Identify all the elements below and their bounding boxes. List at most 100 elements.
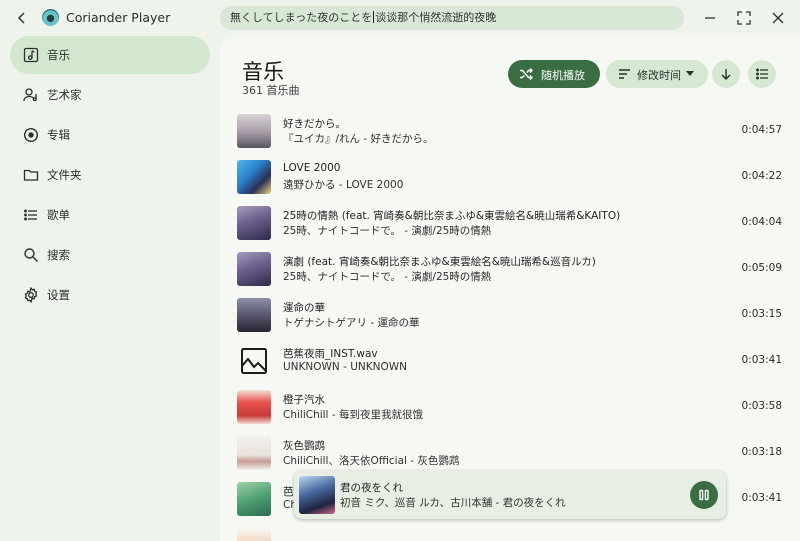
now-playing-cover bbox=[299, 476, 335, 514]
song-artist-album: 『ユイカ』/れん - 好きだから。 bbox=[283, 133, 434, 145]
view-mode-button[interactable] bbox=[748, 60, 776, 88]
album-cover bbox=[237, 298, 271, 332]
album-cover bbox=[237, 252, 271, 286]
fullscreen-icon bbox=[737, 11, 751, 25]
song-artist-album: UNKNOWN - UNKNOWN bbox=[283, 361, 408, 373]
song-row[interactable] bbox=[220, 522, 800, 541]
song-artist-album: 25時、ナイトコードで。 - 演劇/25時の情熱 bbox=[283, 225, 492, 237]
song-duration: 0:03:41 bbox=[741, 492, 782, 504]
song-duration: 0:04:04 bbox=[741, 216, 782, 228]
song-artist-album: ChiliChill - 每到夜里我就很饿 bbox=[283, 409, 423, 421]
sidebar-item-music[interactable]: 音乐 bbox=[10, 36, 210, 74]
album-cover bbox=[237, 482, 271, 516]
playlist-icon bbox=[22, 206, 40, 224]
song-row[interactable]: 灰色鹦鹉 ChiliChill、洛天依Official - 灰色鹦鹉 0:03:… bbox=[220, 430, 800, 476]
sidebar-item-folders[interactable]: 文件夹 bbox=[10, 156, 210, 194]
sidebar-item-label: 专辑 bbox=[47, 128, 70, 142]
song-duration: 0:04:57 bbox=[741, 124, 782, 136]
chevron-down-icon bbox=[686, 71, 694, 76]
album-cover bbox=[237, 160, 271, 194]
shuffle-play-button[interactable]: 随机播放 bbox=[508, 60, 600, 88]
song-title: 芭蕉夜雨_INST.wav bbox=[283, 348, 378, 360]
pause-button[interactable] bbox=[690, 481, 718, 509]
artist-icon bbox=[22, 86, 40, 104]
lyric-original: 無くしてしまった夜のことを bbox=[230, 11, 373, 24]
minimize-icon bbox=[705, 17, 715, 19]
music-note-icon bbox=[22, 46, 40, 64]
back-arrow-icon bbox=[17, 12, 25, 24]
maximize-button[interactable] bbox=[734, 8, 754, 28]
app-title: Coriander Player bbox=[66, 10, 171, 25]
song-artist-album: ChiliChill、洛天依Official - 灰色鹦鹉 bbox=[283, 455, 460, 467]
lyric-bar[interactable]: 無くしてしまった夜のことを 谈谈那个悄然流逝的夜晚 bbox=[220, 6, 684, 30]
album-cover bbox=[237, 390, 271, 424]
shuffle-label: 随机播放 bbox=[541, 69, 585, 82]
sidebar-item-label: 艺术家 bbox=[47, 88, 82, 102]
song-duration: 0:03:15 bbox=[741, 308, 782, 320]
now-playing-title: 君の夜をくれ bbox=[340, 482, 403, 494]
search-icon bbox=[22, 246, 40, 264]
sidebar-item-label: 音乐 bbox=[47, 48, 70, 62]
sidebar-item-settings[interactable]: 设置 bbox=[10, 276, 210, 314]
sidebar-item-label: 歌单 bbox=[47, 208, 70, 222]
song-duration: 0:05:09 bbox=[741, 262, 782, 274]
song-title: 演劇 (feat. 宵崎奏&朝比奈まふゆ&東雲絵名&暁山瑞希&巡音ルカ) bbox=[283, 256, 596, 268]
album-cover bbox=[237, 436, 271, 470]
app-logo-icon bbox=[42, 9, 59, 26]
sort-label: 修改时间 bbox=[637, 69, 681, 82]
song-title: 運命の華 bbox=[283, 302, 325, 314]
sidebar: 音乐 艺术家 专辑 文件夹 歌单 搜索 设置 bbox=[0, 36, 220, 541]
folder-icon bbox=[22, 166, 40, 184]
sort-order-button[interactable] bbox=[712, 60, 740, 88]
album-cover bbox=[237, 206, 271, 240]
sidebar-item-search[interactable]: 搜索 bbox=[10, 236, 210, 274]
album-cover bbox=[237, 528, 271, 541]
song-title: 芭 bbox=[283, 486, 294, 498]
placeholder-image-icon bbox=[237, 344, 271, 378]
song-row[interactable]: 芭蕉夜雨_INST.wav UNKNOWN - UNKNOWN 0:03:41 bbox=[220, 338, 800, 384]
song-title: 好きだから。 bbox=[283, 118, 346, 130]
album-icon bbox=[22, 126, 40, 144]
pause-icon bbox=[699, 489, 709, 501]
song-duration: 0:03:41 bbox=[741, 354, 782, 366]
sidebar-item-label: 设置 bbox=[47, 288, 70, 302]
sidebar-item-artists[interactable]: 艺术家 bbox=[10, 76, 210, 114]
song-title: LOVE 2000 bbox=[283, 162, 341, 174]
song-duration: 0:03:58 bbox=[741, 400, 782, 412]
song-row[interactable]: 25時の情熱 (feat. 宵崎奏&朝比奈まふゆ&東雲絵名&暁山瑞希&KAITO… bbox=[220, 200, 800, 246]
song-artist-album: 25時、ナイトコードで。 - 演劇/25時の情熱 bbox=[283, 271, 492, 283]
gear-icon bbox=[22, 286, 40, 304]
song-title: 灰色鹦鹉 bbox=[283, 440, 325, 452]
title-bar: Coriander Player 無くしてしまった夜のことを 谈谈那个悄然流逝的夜… bbox=[0, 0, 800, 36]
sort-icon bbox=[619, 69, 630, 79]
song-artist-album: トゲナシトゲアリ - 運命の華 bbox=[283, 317, 420, 329]
song-title: 25時の情熱 (feat. 宵崎奏&朝比奈まふゆ&東雲絵名&暁山瑞希&KAITO… bbox=[283, 210, 621, 222]
song-count: 361 首乐曲 bbox=[242, 84, 300, 97]
arrow-down-icon bbox=[721, 69, 731, 80]
sidebar-item-playlists[interactable]: 歌单 bbox=[10, 196, 210, 234]
back-button[interactable] bbox=[12, 8, 32, 28]
close-button[interactable] bbox=[768, 8, 788, 28]
song-row[interactable]: LOVE 2000 遠野ひかる - LOVE 2000 0:04:22 bbox=[220, 154, 800, 200]
sidebar-item-albums[interactable]: 专辑 bbox=[10, 116, 210, 154]
song-duration: 0:03:18 bbox=[741, 446, 782, 458]
song-title: 橙子汽水 bbox=[283, 394, 325, 406]
list-view-icon bbox=[755, 68, 768, 80]
sort-dropdown[interactable]: 修改时间 bbox=[606, 60, 708, 88]
now-playing-bar[interactable]: 君の夜をくれ 初音 ミク、巡音 ルカ、古川本舗 - 君の夜をくれ bbox=[294, 471, 726, 519]
sidebar-item-label: 文件夹 bbox=[47, 168, 82, 182]
close-icon bbox=[772, 12, 784, 24]
minimize-button[interactable] bbox=[700, 8, 720, 28]
main-panel: 音乐 361 首乐曲 随机播放 修改时间 好きだから。 『ユイカ』/れん - 好… bbox=[220, 36, 800, 541]
lyric-translation: 谈谈那个悄然流逝的夜晚 bbox=[375, 11, 497, 24]
song-artist-album: 遠野ひかる - LOVE 2000 bbox=[283, 179, 404, 191]
shuffle-icon bbox=[520, 68, 533, 80]
now-playing-artist: 初音 ミク、巡音 ルカ、古川本舗 - 君の夜をくれ bbox=[340, 497, 566, 509]
song-row[interactable]: 演劇 (feat. 宵崎奏&朝比奈まふゆ&東雲絵名&暁山瑞希&巡音ルカ) 25時… bbox=[220, 246, 800, 292]
song-row[interactable]: 橙子汽水 ChiliChill - 每到夜里我就很饿 0:03:58 bbox=[220, 384, 800, 430]
song-row[interactable]: 運命の華 トゲナシトゲアリ - 運命の華 0:03:15 bbox=[220, 292, 800, 338]
song-row[interactable]: 好きだから。 『ユイカ』/れん - 好きだから。 0:04:57 bbox=[220, 108, 800, 154]
sidebar-item-label: 搜索 bbox=[47, 248, 70, 262]
album-cover bbox=[237, 114, 271, 148]
song-duration: 0:04:22 bbox=[741, 170, 782, 182]
